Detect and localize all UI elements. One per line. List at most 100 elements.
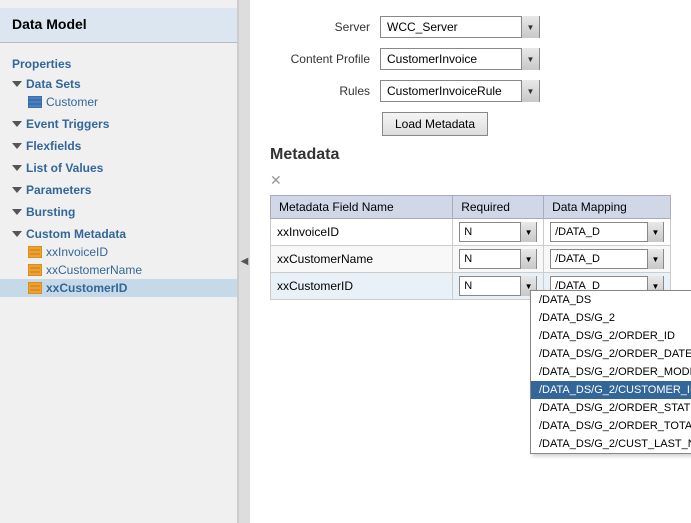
row3-required-value: N xyxy=(460,279,520,293)
col-header-required: Required xyxy=(453,196,544,219)
dropdown-option-0[interactable]: /DATA_DS xyxy=(531,291,691,309)
rules-label: Rules xyxy=(270,84,380,98)
sidebar-group-label-bursting: Bursting xyxy=(26,205,75,219)
triangle-down-icon xyxy=(12,187,22,193)
sidebar-item-xxInvoiceID[interactable]: xxInvoiceID xyxy=(0,243,237,261)
server-dropdown-button[interactable]: ▼ xyxy=(521,16,539,38)
row1-mapping-dropdown[interactable]: /DATA_D ▼ xyxy=(550,222,664,242)
sidebar-group-data-sets[interactable]: Data Sets xyxy=(0,75,237,93)
sidebar-group-label-data-sets: Data Sets xyxy=(26,77,81,91)
triangle-down-icon xyxy=(12,231,22,237)
sidebar: Data Model Properties Data Sets Customer… xyxy=(0,0,238,523)
main-content: Server WCC_Server ▼ Content Profile Cust… xyxy=(250,0,691,523)
row2-required-value: N xyxy=(460,252,520,266)
sidebar-group-custom-metadata[interactable]: Custom Metadata xyxy=(0,225,237,243)
dropdown-option-2[interactable]: /DATA_DS/G_2/ORDER_ID xyxy=(531,327,691,345)
dropdown-option-3[interactable]: /DATA_DS/G_2/ORDER_DATE xyxy=(531,345,691,363)
chevron-down-icon: ▼ xyxy=(527,23,535,32)
row1-mapping-value: /DATA_D xyxy=(551,225,647,239)
sidebar-group-label-parameters: Parameters xyxy=(26,183,91,197)
sidebar-item-xxCustomerID-label: xxCustomerID xyxy=(46,281,127,295)
content-profile-dropdown-button[interactable]: ▼ xyxy=(521,48,539,70)
sidebar-group-flexfields[interactable]: Flexfields xyxy=(0,137,237,155)
metadata-title: Metadata xyxy=(270,146,671,164)
triangle-down-icon xyxy=(12,165,22,171)
triangle-down-icon xyxy=(12,81,22,87)
chevron-down-icon: ▼ xyxy=(525,255,533,264)
dropdown-option-5[interactable]: /DATA_DS/G_2/CUSTOMER_ID xyxy=(531,381,691,399)
sidebar-item-customer-label: Customer xyxy=(46,95,98,109)
dropdown-option-1[interactable]: /DATA_DS/G_2 xyxy=(531,309,691,327)
dataset-icon xyxy=(28,95,42,109)
rules-dropdown-button[interactable]: ▼ xyxy=(521,80,539,102)
triangle-down-icon xyxy=(12,143,22,149)
sidebar-item-xxInvoiceID-label: xxInvoiceID xyxy=(46,245,108,259)
row1-required-dropdown-button[interactable]: ▼ xyxy=(520,222,536,242)
close-icon[interactable]: ✕ xyxy=(270,172,282,189)
sidebar-group-label-list-of-values: List of Values xyxy=(26,161,103,175)
col-header-name: Metadata Field Name xyxy=(271,196,453,219)
rules-dropdown[interactable]: CustomerInvoiceRule ▼ xyxy=(380,80,540,102)
dropdown-option-8[interactable]: /DATA_DS/G_2/CUST_LAST_NAME xyxy=(531,435,691,453)
row2-name-cell: xxCustomerName xyxy=(271,246,453,273)
row1-mapping-cell[interactable]: /DATA_D ▼ xyxy=(544,219,671,246)
row3-name-cell: xxCustomerID xyxy=(271,273,453,300)
dropdown-option-4[interactable]: /DATA_DS/G_2/ORDER_MODE xyxy=(531,363,691,381)
load-metadata-row: Load Metadata xyxy=(270,112,671,136)
row1-required-cell[interactable]: N ▼ xyxy=(453,219,544,246)
row1-name-cell: xxInvoiceID xyxy=(271,219,453,246)
table-row: xxInvoiceID N ▼ xyxy=(271,219,671,246)
row1-mapping-dropdown-button[interactable]: ▼ xyxy=(647,222,663,242)
chevron-down-icon: ▼ xyxy=(652,228,660,237)
sidebar-group-bursting[interactable]: Bursting xyxy=(0,203,237,221)
row2-mapping-dropdown[interactable]: /DATA_D ▼ xyxy=(550,249,664,269)
content-profile-label: Content Profile xyxy=(270,52,380,66)
row1-required-dropdown[interactable]: N ▼ xyxy=(459,222,537,242)
row1-name-value: xxInvoiceID xyxy=(277,225,339,239)
metadata-table: Metadata Field Name Required Data Mappin… xyxy=(270,195,671,300)
sidebar-item-customer[interactable]: Customer xyxy=(0,93,237,111)
content-profile-dropdown-text: CustomerInvoice xyxy=(381,50,521,68)
sidebar-group-event-triggers[interactable]: Event Triggers xyxy=(0,115,237,133)
table-row: xxCustomerName N ▼ xyxy=(271,246,671,273)
server-row: Server WCC_Server ▼ xyxy=(270,16,671,38)
sidebar-group-parameters[interactable]: Parameters xyxy=(0,181,237,199)
row2-mapping-cell[interactable]: /DATA_D ▼ xyxy=(544,246,671,273)
sidebar-group-label-event-triggers: Event Triggers xyxy=(26,117,109,131)
content-profile-row: Content Profile CustomerInvoice ▼ xyxy=(270,48,671,70)
row2-required-cell[interactable]: N ▼ xyxy=(453,246,544,273)
chevron-down-icon: ▼ xyxy=(652,255,660,264)
triangle-down-icon xyxy=(12,209,22,215)
dropdown-option-6[interactable]: /DATA_DS/G_2/ORDER_STATUS xyxy=(531,399,691,417)
mapping-dropdown-popup: /DATA_DS /DATA_DS/G_2 /DATA_DS/G_2/ORDER… xyxy=(530,290,691,454)
chevron-down-icon: ▼ xyxy=(525,228,533,237)
row2-mapping-dropdown-button[interactable]: ▼ xyxy=(647,249,663,269)
server-dropdown-text: WCC_Server xyxy=(381,18,521,36)
row2-name-value: xxCustomerName xyxy=(277,252,373,266)
load-metadata-button[interactable]: Load Metadata xyxy=(382,112,488,136)
sidebar-item-xxCustomerName[interactable]: xxCustomerName xyxy=(0,261,237,279)
sidebar-item-xxCustomerID[interactable]: xxCustomerID xyxy=(0,279,237,297)
rules-dropdown-text: CustomerInvoiceRule xyxy=(381,82,521,100)
dropdown-option-7[interactable]: /DATA_DS/G_2/ORDER_TOTAL xyxy=(531,417,691,435)
collapse-arrow-icon: ◀ xyxy=(241,256,249,267)
row3-name-value: xxCustomerID xyxy=(277,279,353,293)
row2-required-dropdown[interactable]: N ▼ xyxy=(459,249,537,269)
rules-row: Rules CustomerInvoiceRule ▼ xyxy=(270,80,671,102)
server-dropdown[interactable]: WCC_Server ▼ xyxy=(380,16,540,38)
content-profile-dropdown[interactable]: CustomerInvoice ▼ xyxy=(380,48,540,70)
sidebar-title: Data Model xyxy=(0,8,237,43)
sidebar-group-label-custom-metadata: Custom Metadata xyxy=(26,227,126,241)
server-label: Server xyxy=(270,20,380,34)
sidebar-collapse-handle[interactable]: ◀ xyxy=(238,0,250,523)
sidebar-group-list-of-values[interactable]: List of Values xyxy=(0,159,237,177)
row2-required-dropdown-button[interactable]: ▼ xyxy=(520,249,536,269)
properties-label[interactable]: Properties xyxy=(12,57,71,71)
row3-required-dropdown[interactable]: N ▼ xyxy=(459,276,537,296)
metadata-section: Metadata ✕ Metadata Field Name Required … xyxy=(270,146,671,300)
metadata-icon xyxy=(28,263,42,277)
row2-mapping-value: /DATA_D xyxy=(551,252,647,266)
row1-required-value: N xyxy=(460,225,520,239)
sidebar-item-xxCustomerName-label: xxCustomerName xyxy=(46,263,142,277)
chevron-down-icon: ▼ xyxy=(527,87,535,96)
